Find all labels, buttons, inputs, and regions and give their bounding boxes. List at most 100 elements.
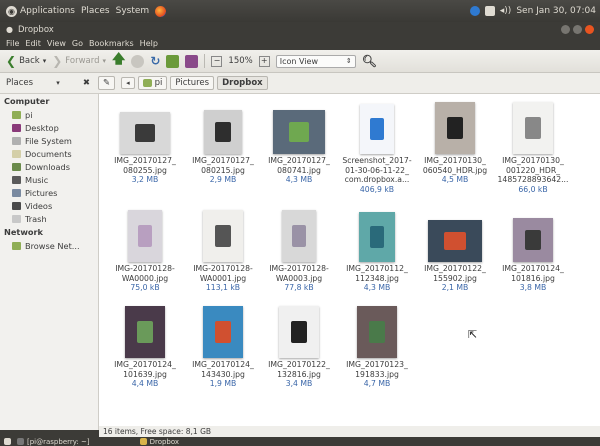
firefox-launcher[interactable] — [155, 5, 167, 17]
file-item[interactable]: IMG-20170128- WA0001.jpg 113,1 kB — [183, 208, 263, 293]
file-item[interactable]: IMG_20170130_ 060540_HDR.jpg 4,5 MB — [415, 100, 495, 185]
trash-icon — [12, 214, 21, 223]
zoom-in-button[interactable]: + — [258, 55, 270, 67]
reload-button[interactable]: ↻ — [150, 54, 160, 68]
file-name-line: IMG_20170123_ — [346, 360, 408, 369]
zoom-out-button[interactable]: − — [211, 55, 223, 67]
sidebar-places-select[interactable]: Places ▾ ✖ — [6, 78, 90, 88]
search-button[interactable]: 🔍︎ — [362, 54, 377, 68]
sidebar-item-browse-network[interactable]: Browse Net... — [12, 239, 98, 252]
file-item[interactable]: IMG_20170124_ 101816.jpg 3,8 MB — [493, 208, 573, 293]
file-thumbnail — [357, 306, 397, 358]
view-mode-select[interactable]: Icon View ⇕ — [275, 54, 356, 68]
minimize-button[interactable] — [561, 25, 570, 34]
crumb-left-button[interactable]: ◂ — [121, 77, 135, 89]
file-item[interactable]: IMG_20170127_ 080215.jpg 2,9 MB — [183, 100, 263, 185]
sidebar-item-music[interactable]: Music — [12, 173, 98, 186]
file-size: 77,8 kB — [284, 283, 314, 292]
computer-button[interactable] — [185, 54, 199, 68]
file-name-line: IMG_20170124_ — [502, 264, 564, 273]
file-name-line: WA0001.jpg — [199, 273, 247, 283]
system-menu[interactable]: System — [116, 6, 150, 16]
reload-icon: ↻ — [150, 54, 161, 68]
file-size: 3,4 MB — [285, 379, 313, 388]
file-item[interactable]: IMG_20170127_ 080741.jpg 4,3 MB — [259, 100, 339, 185]
up-button[interactable]: 🡅 — [112, 50, 125, 72]
file-name-line: IMG_20170130_ — [502, 156, 564, 165]
back-arrow-icon: ❮ — [6, 54, 17, 68]
crumb-dropbox[interactable]: Dropbox — [217, 76, 268, 90]
home-folder-icon — [12, 110, 21, 119]
home-folder-icon — [142, 79, 152, 87]
stop-icon — [131, 54, 145, 68]
file-name-line: 001220_HDR_ — [505, 165, 561, 175]
sidebar-item-pictures[interactable]: Pictures — [12, 186, 98, 199]
window-title: Dropbox — [17, 24, 54, 35]
file-item[interactable]: IMG-20170128- WA0003.jpg 77,8 kB — [259, 208, 339, 293]
places-menu[interactable]: Places — [81, 6, 110, 16]
zoom-level: 150% — [228, 56, 253, 66]
dropbox-tray-icon[interactable] — [469, 6, 480, 16]
clock[interactable]: Sen Jan 30, 07:04 — [516, 6, 596, 16]
crumb-pictures[interactable]: Pictures — [170, 76, 215, 90]
stop-button[interactable] — [131, 54, 145, 68]
back-button[interactable]: ❮ Back ▾ — [6, 54, 46, 68]
file-item[interactable]: IMG-20170128- WA0000.jpg 75,0 kB — [105, 208, 185, 293]
file-view[interactable]: IMG_20170127_ 080255.jpg 3,2 MB IMG_2017012… — [99, 94, 600, 426]
file-item[interactable]: IMG_20170124_ 143430.jpg 1,9 MB — [183, 304, 263, 389]
file-item[interactable]: IMG_20170127_ 080255.jpg 3,2 MB — [105, 100, 185, 185]
home-button[interactable] — [166, 54, 180, 68]
sidebar-item-file-system[interactable]: File System — [12, 134, 98, 147]
sidebar-item-label: Desktop — [25, 122, 59, 133]
file-item[interactable]: Screenshot_2017- 01-30-06-11-22_ com.dropb… — [337, 100, 417, 194]
search-icon: 🔍︎ — [361, 54, 377, 68]
sidebar-item-trash[interactable]: Trash — [12, 212, 98, 225]
volume-icon[interactable]: ◂)) — [500, 6, 512, 16]
file-item[interactable]: IMG_20170112_ 112348.jpg 4,3 MB — [337, 208, 417, 293]
file-item[interactable]: IMG_20170124_ 101639.jpg 4,4 MB — [105, 304, 185, 389]
file-name-line: IMG-20170128- — [269, 264, 329, 273]
file-thumbnail — [359, 212, 395, 262]
window-menu-icon[interactable]: ● — [6, 25, 13, 34]
menu-view[interactable]: View — [47, 39, 66, 48]
taskbar-item-terminal[interactable]: [pi@raspberry: ~] — [17, 438, 90, 446]
show-desktop-icon[interactable] — [4, 438, 11, 445]
back-dropdown-icon[interactable]: ▾ — [43, 57, 47, 65]
maximize-button[interactable] — [573, 25, 582, 34]
file-item[interactable]: IMG_20170123_ 191833.jpg 4,7 MB — [337, 304, 417, 389]
applications-menu[interactable]: ◉ Applications — [6, 5, 75, 17]
network-icon[interactable] — [484, 6, 495, 16]
home-icon — [166, 54, 180, 68]
computer-icon — [185, 54, 199, 68]
menu-file[interactable]: File — [6, 39, 19, 48]
sidebar-item-desktop[interactable]: Desktop — [12, 121, 98, 134]
file-size: 4,3 MB — [285, 175, 313, 184]
forward-dropdown-icon[interactable]: ▾ — [102, 57, 106, 65]
sidebar-item-downloads[interactable]: Downloads — [12, 160, 98, 173]
file-item[interactable]: IMG_20170130_ 001220_HDR_ 1485728893642...… — [493, 100, 573, 194]
menu-bookmarks[interactable]: Bookmarks — [89, 39, 134, 48]
forward-button[interactable]: ❯ Forward ▾ — [52, 54, 106, 68]
menu-go[interactable]: Go — [72, 39, 83, 48]
menu-help[interactable]: Help — [140, 39, 158, 48]
file-thumbnail — [513, 218, 553, 262]
menu-edit[interactable]: Edit — [25, 39, 41, 48]
close-button[interactable] — [585, 25, 594, 34]
file-name-line: WA0003.jpg — [275, 273, 323, 283]
file-item[interactable]: IMG_20170122_ 132816.jpg 3,4 MB — [259, 304, 339, 389]
crumb-pi-label: pi — [154, 78, 163, 88]
close-sidebar-icon[interactable]: ✖ — [83, 78, 90, 88]
taskbar-item-dropbox[interactable]: Dropbox — [139, 438, 179, 446]
file-name-line: IMG-20170128- — [193, 264, 253, 273]
sidebar-item-pi[interactable]: pi — [12, 108, 98, 121]
file-name-line: IMG_20170127_ — [114, 156, 176, 165]
window-titlebar[interactable]: ● Dropbox — [0, 22, 600, 37]
crumb-pi[interactable]: pi — [137, 76, 168, 90]
file-item[interactable]: IMG_20170122_ 155902.jpg 2,1 MB — [415, 208, 495, 293]
edit-location-button[interactable]: ✎ — [98, 76, 116, 90]
sidebar-item-label: pi — [25, 109, 33, 120]
sidebar-item-videos[interactable]: Videos — [12, 199, 98, 212]
file-thumbnail — [120, 112, 170, 154]
file-name-line: 01-30-06-11-22_ — [345, 165, 409, 175]
sidebar-item-documents[interactable]: Documents — [12, 147, 98, 160]
